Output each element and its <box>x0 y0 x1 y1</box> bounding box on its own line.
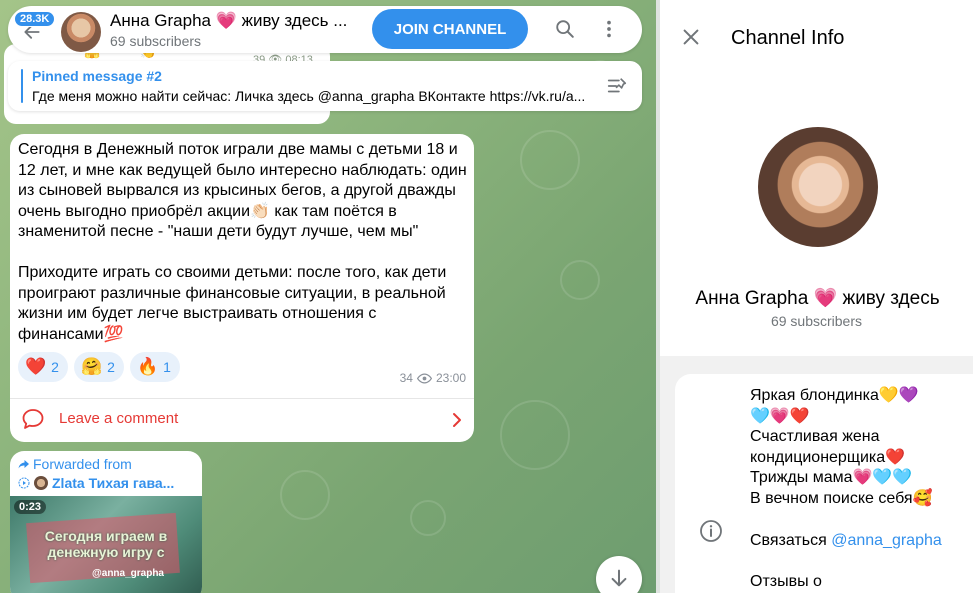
video-caption: Сегодня играем в денежную игру с <box>44 528 168 560</box>
unread-count-badge: 28.3K <box>14 11 56 27</box>
comment-bubble-icon <box>22 409 44 429</box>
heart-emoji: ❤️ <box>25 357 47 376</box>
forwarded-message[interactable]: Forwarded from Zlata Тихая гава... 0:23 … <box>10 451 202 593</box>
video-duration: 0:23 <box>14 500 47 514</box>
pinned-indicator <box>21 69 23 103</box>
source-avatar <box>34 476 48 490</box>
reviews-line: Отзывы о <box>750 573 822 590</box>
pinned-text: Где меня можно найти сейчас: Личка здесь… <box>32 88 586 104</box>
pinned-label: Pinned message #2 <box>32 68 162 84</box>
contact-line: Связаться @anna_grapha <box>750 532 942 550</box>
video-thumbnail[interactable]: 0:23 Сегодня играем в денежную игру с @a… <box>10 496 202 593</box>
about-description: Яркая блондинка💛💜 🩵💗❤️ Счастливая жена к… <box>750 387 933 507</box>
info-header: Channel Info <box>660 0 973 76</box>
chat-header[interactable]: Анна Grapha 💗 живу здесь ... 69 subscrib… <box>8 6 642 53</box>
join-channel-button[interactable]: JOIN CHANNEL <box>372 9 528 49</box>
reaction-hug[interactable]: 🤗 2 <box>73 352 124 382</box>
message-meta: 34 23:00 <box>400 371 466 385</box>
more-options-icon[interactable] <box>598 18 620 40</box>
search-icon[interactable] <box>554 18 576 40</box>
pinned-message-bar[interactable]: Pinned message #2 Где меня можно найти с… <box>8 61 642 111</box>
forwarded-header: Forwarded from <box>18 456 132 472</box>
pinned-list-icon[interactable] <box>606 75 628 97</box>
reaction-heart[interactable]: ❤️ 2 <box>18 352 68 382</box>
channel-info-panel: Channel Info Анна Grapha 💗 живу здесь 69… <box>660 0 973 593</box>
contact-prefix: Связаться <box>750 532 832 549</box>
leave-comment-button[interactable]: Leave a comment <box>10 399 474 442</box>
fire-emoji: 🔥 <box>136 357 159 376</box>
reaction-fire[interactable]: 🔥 1 <box>129 352 180 382</box>
video-watermark: @anna_grapha <box>92 568 164 579</box>
about-card: Яркая блондинка💛💜 🩵💗❤️ Счастливая жена к… <box>675 374 973 593</box>
arrow-down-icon <box>611 569 627 586</box>
eye-icon <box>416 372 432 384</box>
profile-block: Анна Grapha 💗 живу здесь 69 subscribers <box>660 76 973 356</box>
forwarded-source[interactable]: Zlata Тихая гава... <box>18 475 174 491</box>
reaction-count: 2 <box>107 359 115 375</box>
forwarded-label: Forwarded from <box>33 456 132 472</box>
reaction-count: 1 <box>163 359 171 375</box>
info-icon <box>700 520 722 542</box>
source-name: Zlata Тихая гава... <box>52 475 175 491</box>
chevron-right-icon <box>453 413 461 427</box>
profile-name: Анна Grapha 💗 живу здесь <box>695 288 940 309</box>
reaction-bar: ❤️ 2 🤗 2 🔥 1 <box>18 352 180 382</box>
reaction-count: 2 <box>51 359 59 375</box>
view-count: 34 <box>399 371 413 385</box>
forward-icon <box>18 460 29 469</box>
subscriber-count: 69 subscribers <box>110 33 202 49</box>
close-icon[interactable] <box>680 26 702 48</box>
channel-title[interactable]: Анна Grapha 💗 живу здесь ... <box>110 11 347 31</box>
profile-avatar[interactable] <box>758 127 878 247</box>
profile-subscribers: 69 subscribers <box>770 313 863 329</box>
leave-comment-label: Leave a comment <box>59 410 179 427</box>
channel-message[interactable]: Сегодня в Денежный поток играли две мамы… <box>10 134 474 442</box>
message-text: Сегодня в Денежный поток играли две мамы… <box>18 141 467 343</box>
message-time: 23:00 <box>435 371 466 385</box>
info-title: Channel Info <box>731 27 845 49</box>
channel-avatar[interactable] <box>61 12 101 52</box>
story-ring-icon <box>18 477 30 489</box>
hug-emoji: 🤗 <box>80 357 103 376</box>
contact-link[interactable]: @anna_grapha <box>831 532 942 549</box>
